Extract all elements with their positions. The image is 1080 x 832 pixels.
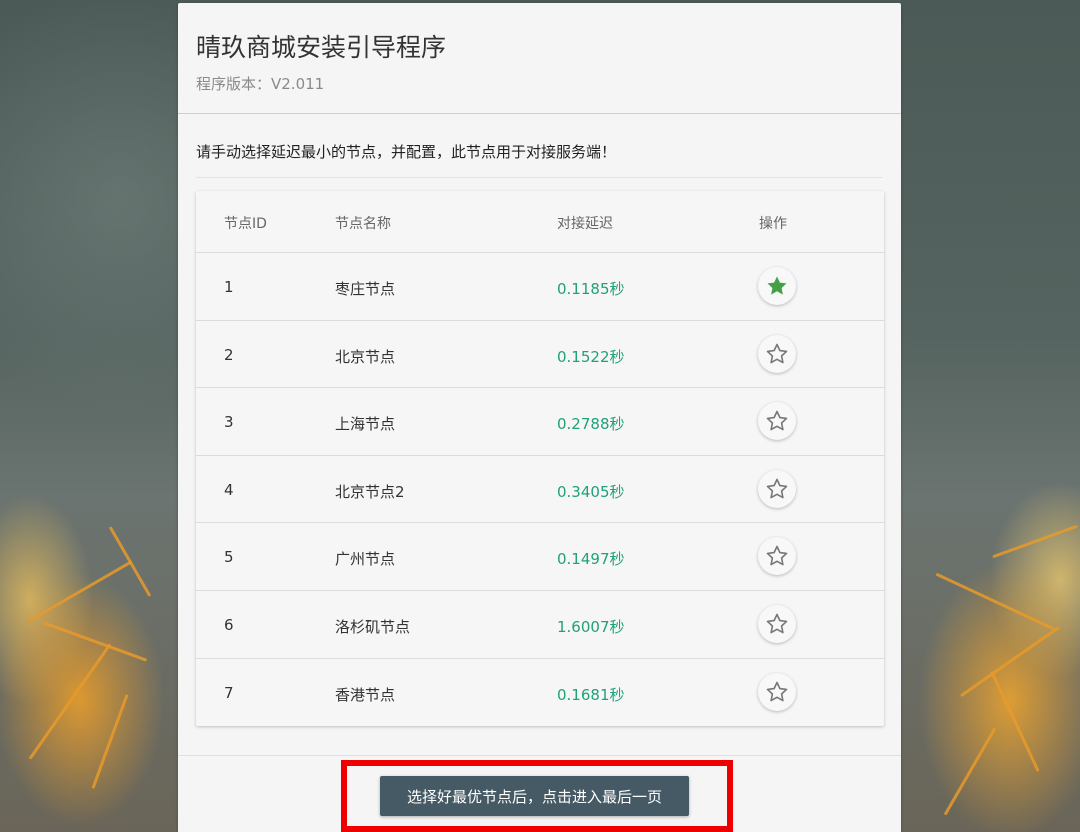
next-page-button[interactable]: 选择好最优节点后，点击进入最后一页	[380, 776, 689, 816]
node-selection-notice: 请手动选择延迟最小的节点，并配置，此节点用于对接服务端！	[196, 143, 617, 161]
star-outline-icon	[765, 342, 789, 366]
node-id: 7	[224, 683, 234, 702]
node-latency: 1.6007秒	[557, 617, 625, 636]
star-outline-icon	[765, 544, 789, 568]
node-id: 2	[224, 345, 234, 364]
node-name: 上海节点	[335, 415, 396, 434]
node-name: 北京节点	[335, 347, 396, 366]
node-name: 香港节点	[335, 685, 396, 704]
column-header-name: 节点名称	[335, 216, 391, 232]
star-outline-icon	[765, 477, 789, 501]
select-node-button[interactable]	[758, 604, 796, 643]
installer-panel: 晴玖商城安装引导程序 程序版本：V2.011 请手动选择延迟最小的节点，并配置，…	[178, 3, 901, 832]
select-node-button[interactable]	[758, 402, 796, 441]
node-latency: 0.1681秒	[557, 685, 625, 704]
node-name: 洛杉矶节点	[335, 617, 411, 636]
table-row: 2 北京节点 0.1522秒	[196, 321, 884, 389]
star-filled-icon	[765, 274, 789, 298]
node-latency: 0.1185秒	[557, 280, 625, 298]
table-row: 1 枣庄节点 0.1185秒	[196, 253, 884, 321]
node-id: 3	[224, 413, 234, 432]
node-name: 广州节点	[335, 550, 396, 569]
table-row: 6 洛杉矶节点 1.6007秒	[196, 591, 884, 659]
star-outline-icon	[765, 409, 789, 433]
column-header-action: 操作	[759, 216, 787, 232]
table-body: 1 枣庄节点 0.1185秒 2 北京节点 0.1522秒 3 上海节点 0.2788秒 4 北京节…	[196, 253, 884, 726]
select-node-button[interactable]	[758, 469, 796, 508]
node-latency: 0.3405秒	[557, 482, 625, 501]
page-title: 晴玖商城安装引导程序	[196, 33, 447, 62]
table-header: 节点ID 节点名称 对接延迟 操作	[196, 191, 884, 253]
table-row: 3 上海节点 0.2788秒	[196, 388, 884, 456]
panel-header: 晴玖商城安装引导程序 程序版本：V2.011	[178, 3, 901, 114]
select-node-button[interactable]	[758, 334, 796, 373]
node-latency: 0.1497秒	[557, 550, 625, 569]
column-header-id: 节点ID	[224, 216, 267, 232]
node-id: 5	[224, 548, 234, 567]
node-table: 节点ID 节点名称 对接延迟 操作 1 枣庄节点 0.1185秒 2 北京节点 0.152…	[196, 191, 884, 726]
node-id: 6	[224, 615, 234, 634]
select-node-button[interactable]	[758, 672, 796, 711]
node-name: 枣庄节点	[335, 280, 396, 298]
column-header-latency: 对接延迟	[557, 216, 613, 232]
divider	[196, 177, 883, 178]
table-row: 4 北京节点2 0.3405秒	[196, 456, 884, 524]
node-id: 1	[224, 278, 234, 296]
node-id: 4	[224, 480, 234, 499]
version-label: 程序版本：V2.011	[196, 75, 325, 93]
select-node-button[interactable]	[758, 267, 796, 305]
select-node-button[interactable]	[758, 537, 796, 576]
table-row: 5 广州节点 0.1497秒	[196, 523, 884, 591]
footer-divider	[178, 755, 901, 756]
star-outline-icon	[765, 612, 789, 636]
table-row: 7 香港节点 0.1681秒	[196, 659, 884, 727]
star-outline-icon	[765, 680, 789, 704]
node-latency: 0.2788秒	[557, 415, 625, 434]
node-name: 北京节点2	[335, 482, 405, 501]
node-latency: 0.1522秒	[557, 347, 625, 366]
